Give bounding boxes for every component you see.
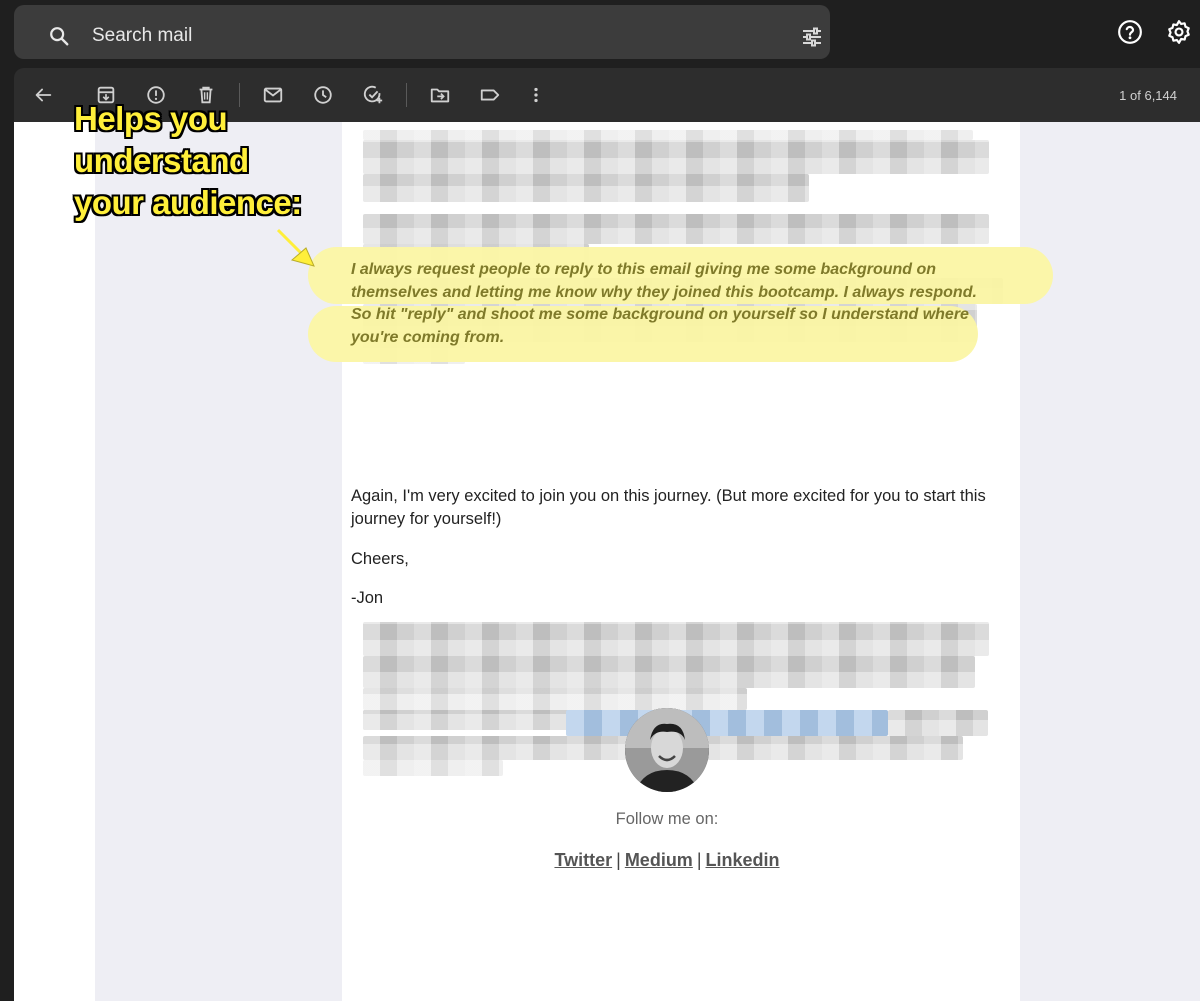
annotation-line: Helps you (74, 100, 228, 137)
linkedin-link[interactable]: Linkedin (706, 850, 780, 870)
more-icon[interactable] (525, 84, 547, 106)
profile-photo (625, 708, 709, 792)
highlighted-paragraph: I always request people to reply to this… (351, 261, 977, 346)
redacted-links (566, 710, 888, 736)
tune-icon[interactable] (800, 25, 824, 49)
annotation-line: understand (74, 142, 249, 179)
social-links: Twitter | Medium | Linkedin (328, 850, 1006, 871)
toolbar-divider (406, 83, 407, 107)
redacted-text (363, 174, 809, 202)
email-signature: -Jon (351, 589, 384, 607)
annotation-arrow-icon (276, 228, 315, 267)
label-icon[interactable] (479, 84, 501, 106)
email-right-gutter (1020, 122, 1200, 1001)
help-icon[interactable] (1117, 19, 1143, 45)
redacted-text (363, 760, 503, 776)
move-to-icon[interactable] (429, 84, 451, 106)
link-separator: | (696, 850, 702, 870)
redacted-text (888, 710, 988, 736)
redacted-text (363, 656, 975, 688)
settings-icon[interactable] (1166, 19, 1192, 45)
search-input[interactable]: Search mail (92, 25, 192, 47)
twitter-link[interactable]: Twitter (554, 850, 612, 870)
redacted-text (363, 214, 989, 244)
redacted-text (363, 710, 563, 730)
link-separator: | (616, 850, 621, 870)
pagination-count: 1 of 6,144 (1119, 88, 1177, 103)
redacted-text (363, 688, 747, 710)
search-icon[interactable] (48, 25, 70, 47)
back-icon[interactable] (32, 84, 54, 106)
search-bar[interactable]: Search mail (14, 5, 830, 59)
email-closing: Cheers, (351, 550, 409, 568)
annotation-line: your audience: (74, 184, 302, 221)
redacted-text (363, 622, 989, 656)
annotation-callout: Helps you understand your audience: (74, 98, 334, 224)
add-to-tasks-icon[interactable] (362, 84, 384, 106)
redacted-text (363, 140, 989, 174)
redacted-text (363, 130, 973, 140)
follow-label: Follow me on: (615, 810, 719, 828)
email-paragraph: Again, I'm very excited to join you on t… (351, 487, 986, 528)
medium-link[interactable]: Medium (625, 850, 693, 870)
avatar (625, 708, 709, 792)
